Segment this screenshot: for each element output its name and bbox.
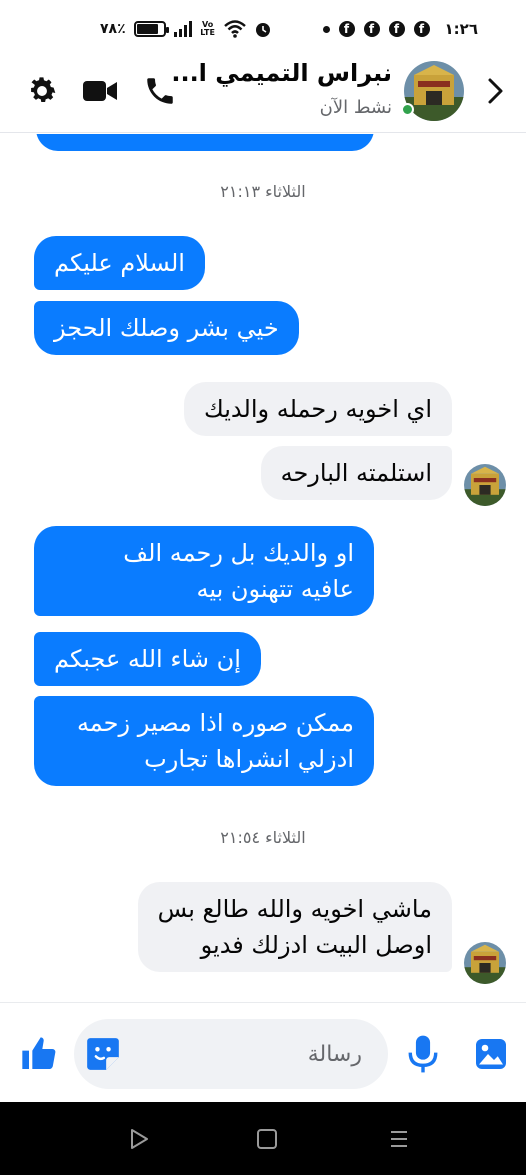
message-text: خيي بشر وصلك الحجز [54, 314, 279, 342]
back-button[interactable] [476, 71, 516, 111]
chevron-right-icon [488, 78, 503, 104]
message-text: او والديك بل رحمه الف [123, 539, 354, 567]
message-text: عافيه تتهنون بيه [196, 575, 354, 603]
message-text: السلام عليكم [54, 249, 185, 277]
message-bubble-cutoff[interactable] [36, 134, 374, 151]
message-bubble-outgoing[interactable]: السلام عليكم [34, 236, 205, 290]
triangle-back-icon [131, 1129, 148, 1149]
message-bubble-outgoing[interactable]: إن شاء الله عجبكم [34, 632, 261, 686]
nav-home-button[interactable] [252, 1124, 282, 1154]
contact-avatar-small[interactable] [464, 942, 506, 984]
message-text: استلمته البارحه [280, 459, 432, 487]
contact-avatar-small[interactable] [464, 464, 506, 506]
clock: ١:٢٦ [444, 20, 478, 38]
timestamp: الثلاثاء ٢١:٥٤ [220, 828, 306, 847]
microphone-icon [408, 1035, 438, 1073]
message-bubble-incoming[interactable]: اي اخويه رحمله والديك [184, 382, 452, 436]
shrine-image [464, 464, 506, 506]
square-home-icon [257, 1129, 277, 1149]
alarm-icon [255, 23, 270, 37]
settings-button[interactable] [22, 71, 62, 111]
message-text: ممكن صوره اذا مصير زحمه [76, 709, 354, 737]
nav-back-button[interactable] [124, 1124, 154, 1154]
message-bubble-outgoing[interactable]: او والديك بل رحمه الف عافيه تتهنون بيه [34, 526, 374, 616]
video-call-button[interactable] [80, 71, 120, 111]
gear-icon [31, 77, 56, 103]
thumbs-up-icon [22, 1037, 56, 1069]
notification-dot [322, 25, 330, 33]
message-bubble-outgoing[interactable]: خيي بشر وصلك الحجز [34, 301, 299, 355]
message-text: إن شاء الله عجبكم [54, 645, 241, 673]
status-bar: ٧٨٪ Vo LTE f f f f ١:٢٦ [0, 0, 526, 60]
message-text: اوصل البيت ادزلك فديو [200, 931, 432, 959]
message-bubble-incoming[interactable]: استلمته البارحه [260, 446, 452, 500]
sticker-icon [87, 1038, 119, 1070]
nav-recents-button[interactable] [384, 1124, 414, 1154]
message-bubble-outgoing[interactable]: ممكن صوره اذا مصير زحمه ادزلي انشراها تج… [34, 696, 374, 786]
battery-percent: ٧٨٪ [100, 21, 126, 37]
message-bubble-incoming[interactable]: ماشي اخويه والله طالع بس اوصل البيت ادزل… [137, 882, 452, 972]
system-nav-bar [0, 1102, 526, 1175]
message-list[interactable]: الثلاثاء ٢١:١٣ السلام عليكم خيي بشر وصلك… [0, 134, 526, 1002]
facebook-icon: f [388, 21, 405, 37]
wifi-icon [223, 20, 246, 38]
menu-lines-icon [391, 1131, 407, 1147]
image-icon [476, 1039, 506, 1069]
message-composer [0, 1002, 526, 1102]
active-status: نشط الآن [319, 97, 392, 118]
voice-message-button[interactable] [402, 1033, 444, 1075]
battery-icon [133, 21, 169, 37]
contact-name[interactable]: نبراس التميمي ا... [122, 59, 392, 87]
video-camera-icon [83, 81, 117, 101]
status-right: f f f f ١:٢٦ [322, 20, 478, 38]
sticker-button[interactable] [82, 1033, 124, 1075]
online-indicator [401, 103, 414, 116]
facebook-icon: f [338, 21, 355, 37]
facebook-icon: f [363, 21, 380, 37]
gallery-button[interactable] [470, 1033, 512, 1075]
like-button[interactable] [18, 1033, 60, 1075]
chat-header: نبراس التميمي ا... نشط الآن [0, 55, 526, 133]
message-text: اي اخويه رحمله والديك [204, 395, 432, 423]
message-input-container[interactable] [74, 1019, 388, 1089]
message-input[interactable] [142, 1037, 362, 1071]
timestamp: الثلاثاء ٢١:١٣ [220, 182, 306, 201]
message-text: ادزلي انشراها تجارب [144, 745, 354, 773]
message-text: ماشي اخويه والله طالع بس [157, 895, 432, 923]
status-left: ٧٨٪ Vo LTE [100, 20, 272, 38]
volte-label: Vo LTE [200, 20, 215, 37]
shrine-image [464, 942, 506, 984]
signal-icon [173, 21, 192, 37]
facebook-icon: f [413, 21, 430, 37]
